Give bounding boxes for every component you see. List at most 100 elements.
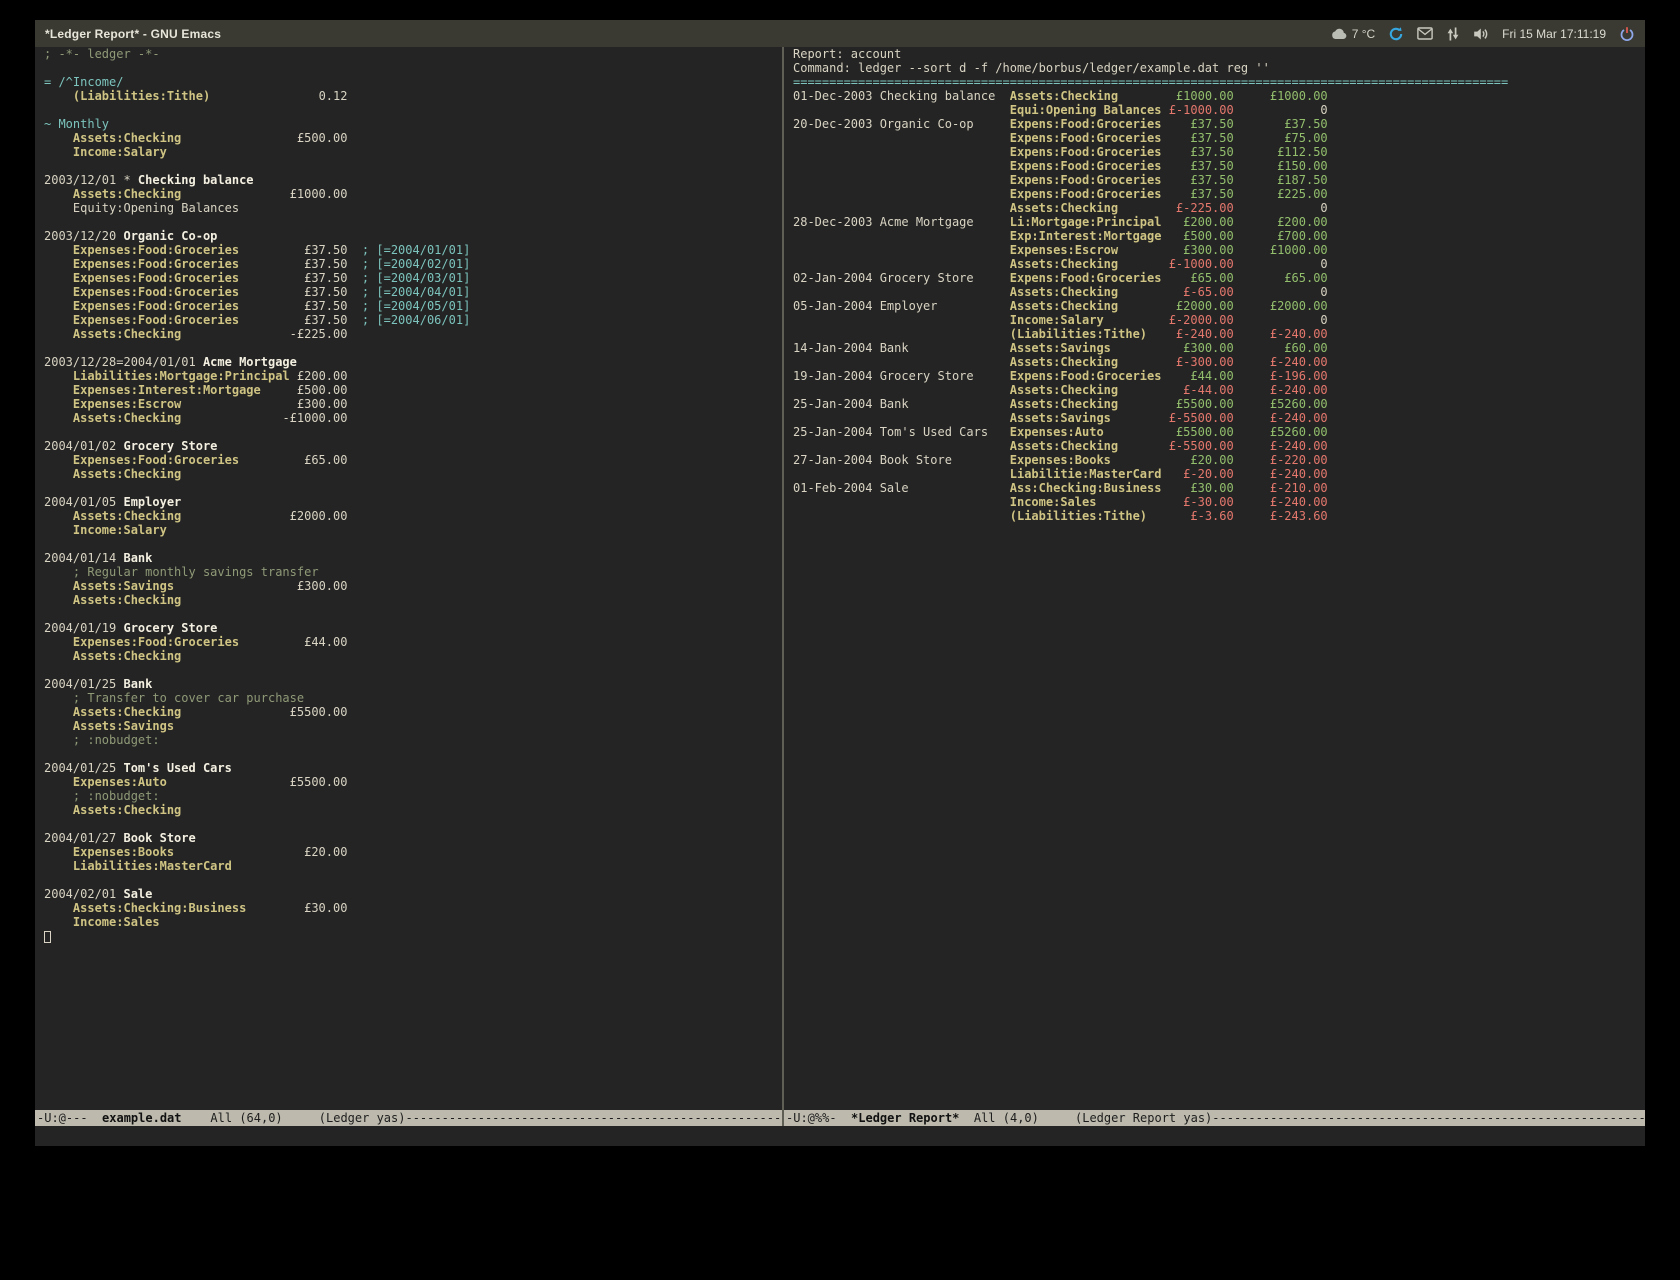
mail-icon[interactable] — [1417, 27, 1433, 40]
buffer-line[interactable]: Expenses:Food:Groceries £44.00 — [44, 635, 782, 649]
buffer-line[interactable]: Report: account — [793, 47, 1645, 61]
buffer-line[interactable]: ; -*- ledger -*- — [44, 47, 782, 61]
buffer-line[interactable] — [44, 61, 782, 75]
buffer-line[interactable]: 2003/12/28=2004/01/01 Acme Mortgage — [44, 355, 782, 369]
buffer-line[interactable]: Expens:Food:Groceries £37.50 £150.00 — [793, 159, 1645, 173]
buffer-line[interactable]: 28-Dec-2003 Acme Mortgage Li:Mortgage:Pr… — [793, 215, 1645, 229]
buffer-line[interactable]: Assets:Checking -£1000.00 — [44, 411, 782, 425]
buffer-line[interactable]: Assets:Savings £300.00 — [44, 579, 782, 593]
buffer-line[interactable]: 2004/01/27 Book Store — [44, 831, 782, 845]
buffer-line[interactable]: 27-Jan-2004 Book Store Expenses:Books £2… — [793, 453, 1645, 467]
titlebar[interactable]: *Ledger Report* - GNU Emacs 7 °C — [35, 20, 1645, 47]
buffer-line[interactable]: Income:Sales — [44, 915, 782, 929]
buffer-line[interactable]: Assets:Checking -£225.00 — [44, 327, 782, 341]
buffer-line[interactable] — [44, 341, 782, 355]
buffer-line[interactable]: (Liabilities:Tithe) £-240.00 £-240.00 — [793, 327, 1645, 341]
buffer-line[interactable]: Assets:Checking £-5500.00 £-240.00 — [793, 439, 1645, 453]
buffer-line[interactable]: Assets:Checking:Business £30.00 — [44, 901, 782, 915]
buffer-line[interactable]: Expens:Food:Groceries £37.50 £75.00 — [793, 131, 1645, 145]
buffer-line[interactable] — [44, 747, 782, 761]
buffer-line[interactable]: Expenses:Food:Groceries £65.00 — [44, 453, 782, 467]
buffer-line[interactable]: ; :nobudget: — [44, 789, 782, 803]
buffer-line[interactable]: 25-Jan-2004 Bank Assets:Checking £5500.0… — [793, 397, 1645, 411]
buffer-line[interactable]: Assets:Checking £500.00 — [44, 131, 782, 145]
ledger-report-buffer[interactable]: Report: accountCommand: ledger --sort d … — [784, 47, 1645, 1110]
buffer-line[interactable]: Assets:Checking — [44, 467, 782, 481]
buffer-line[interactable]: Income:Salary £-2000.00 0 — [793, 313, 1645, 327]
buffer-line[interactable]: Expenses:Food:Groceries £37.50 ; [=2004/… — [44, 299, 782, 313]
buffer-line[interactable]: Expens:Food:Groceries £37.50 £187.50 — [793, 173, 1645, 187]
buffer-line[interactable]: Expenses:Books £20.00 — [44, 845, 782, 859]
buffer-line[interactable]: Liabilities:MasterCard — [44, 859, 782, 873]
buffer-line[interactable] — [44, 159, 782, 173]
buffer-line[interactable] — [44, 929, 782, 943]
buffer-line[interactable]: Equi:Opening Balances £-1000.00 0 — [793, 103, 1645, 117]
clock[interactable]: Fri 15 Mar 17:11:19 — [1502, 27, 1606, 41]
buffer-line[interactable] — [44, 537, 782, 551]
buffer-line[interactable] — [44, 481, 782, 495]
buffer-line[interactable]: Income:Salary — [44, 145, 782, 159]
buffer-line[interactable]: 14-Jan-2004 Bank Assets:Savings £300.00 … — [793, 341, 1645, 355]
buffer-line[interactable]: Income:Salary — [44, 523, 782, 537]
buffer-line[interactable]: 2004/01/02 Grocery Store — [44, 439, 782, 453]
buffer-line[interactable]: 2004/01/14 Bank — [44, 551, 782, 565]
buffer-line[interactable]: 05-Jan-2004 Employer Assets:Checking £20… — [793, 299, 1645, 313]
buffer-line[interactable] — [44, 103, 782, 117]
buffer-line[interactable] — [44, 215, 782, 229]
buffer-line[interactable]: 25-Jan-2004 Tom's Used Cars Expenses:Aut… — [793, 425, 1645, 439]
buffer-line[interactable]: ; :nobudget: — [44, 733, 782, 747]
buffer-line[interactable]: Income:Sales £-30.00 £-240.00 — [793, 495, 1645, 509]
buffer-line[interactable]: ~ Monthly — [44, 117, 782, 131]
buffer-line[interactable]: 2004/02/01 Sale — [44, 887, 782, 901]
buffer-line[interactable]: Expenses:Food:Groceries £37.50 ; [=2004/… — [44, 285, 782, 299]
buffer-line[interactable]: 02-Jan-2004 Grocery Store Expens:Food:Gr… — [793, 271, 1645, 285]
buffer-line[interactable]: Expenses:Food:Groceries £37.50 ; [=2004/… — [44, 313, 782, 327]
buffer-line[interactable]: Expenses:Food:Groceries £37.50 ; [=2004/… — [44, 257, 782, 271]
left-modeline[interactable]: -U:@--- example.dat All (64,0) (Ledger y… — [35, 1110, 782, 1126]
buffer-line[interactable] — [44, 817, 782, 831]
buffer-line[interactable]: Assets:Checking — [44, 649, 782, 663]
buffer-line[interactable]: Expenses:Escrow £300.00 — [44, 397, 782, 411]
buffer-line[interactable]: (Liabilities:Tithe) 0.12 — [44, 89, 782, 103]
volume-icon[interactable] — [1473, 26, 1489, 42]
buffer-line[interactable]: Expens:Food:Groceries £37.50 £225.00 — [793, 187, 1645, 201]
buffer-line[interactable]: 2003/12/20 Organic Co-op — [44, 229, 782, 243]
buffer-line[interactable]: 01-Feb-2004 Sale Ass:Checking:Business £… — [793, 481, 1645, 495]
buffer-line[interactable]: 2004/01/25 Tom's Used Cars — [44, 761, 782, 775]
buffer-line[interactable]: 2004/01/25 Bank — [44, 677, 782, 691]
buffer-line[interactable]: = /^Income/ — [44, 75, 782, 89]
buffer-line[interactable] — [44, 663, 782, 677]
network-arrows-icon[interactable] — [1446, 26, 1460, 42]
buffer-line[interactable] — [44, 607, 782, 621]
buffer-line[interactable]: 2003/12/01 * Checking balance — [44, 173, 782, 187]
buffer-line[interactable]: Assets:Checking £-65.00 0 — [793, 285, 1645, 299]
echo-area[interactable] — [35, 1126, 1645, 1146]
buffer-line[interactable]: Assets:Checking £-300.00 £-240.00 — [793, 355, 1645, 369]
buffer-line[interactable]: 2004/01/19 Grocery Store — [44, 621, 782, 635]
buffer-line[interactable]: Expenses:Food:Groceries £37.50 ; [=2004/… — [44, 243, 782, 257]
buffer-line[interactable]: Liabilitie:MasterCard £-20.00 £-240.00 — [793, 467, 1645, 481]
buffer-line[interactable]: Assets:Savings — [44, 719, 782, 733]
buffer-line[interactable]: 2004/01/05 Employer — [44, 495, 782, 509]
buffer-line[interactable]: Equity:Opening Balances — [44, 201, 782, 215]
buffer-line[interactable]: Assets:Checking £1000.00 — [44, 187, 782, 201]
buffer-line[interactable]: Exp:Interest:Mortgage £500.00 £700.00 — [793, 229, 1645, 243]
buffer-line[interactable]: 20-Dec-2003 Organic Co-op Expens:Food:Gr… — [793, 117, 1645, 131]
buffer-line[interactable] — [44, 873, 782, 887]
buffer-line[interactable]: Liabilities:Mortgage:Principal £200.00 — [44, 369, 782, 383]
buffer-line[interactable]: 01-Dec-2003 Checking balance Assets:Chec… — [793, 89, 1645, 103]
buffer-line[interactable]: Assets:Checking £5500.00 — [44, 705, 782, 719]
buffer-line[interactable]: Assets:Checking £-1000.00 0 — [793, 257, 1645, 271]
buffer-line[interactable]: Expenses:Food:Groceries £37.50 ; [=2004/… — [44, 271, 782, 285]
weather-indicator[interactable]: 7 °C — [1330, 27, 1375, 41]
buffer-line[interactable]: Assets:Checking — [44, 593, 782, 607]
buffer-line[interactable]: Assets:Checking — [44, 803, 782, 817]
buffer-line[interactable]: Assets:Checking £-44.00 £-240.00 — [793, 383, 1645, 397]
buffer-line[interactable]: Command: ledger --sort d -f /home/borbus… — [793, 61, 1645, 75]
buffer-line[interactable] — [44, 425, 782, 439]
buffer-line[interactable]: Assets:Savings £-5500.00 £-240.00 — [793, 411, 1645, 425]
buffer-line[interactable]: (Liabilities:Tithe) £-3.60 £-243.60 — [793, 509, 1645, 523]
buffer-line[interactable]: ; Transfer to cover car purchase — [44, 691, 782, 705]
buffer-line[interactable]: Expens:Food:Groceries £37.50 £112.50 — [793, 145, 1645, 159]
buffer-line[interactable]: Expenses:Auto £5500.00 — [44, 775, 782, 789]
